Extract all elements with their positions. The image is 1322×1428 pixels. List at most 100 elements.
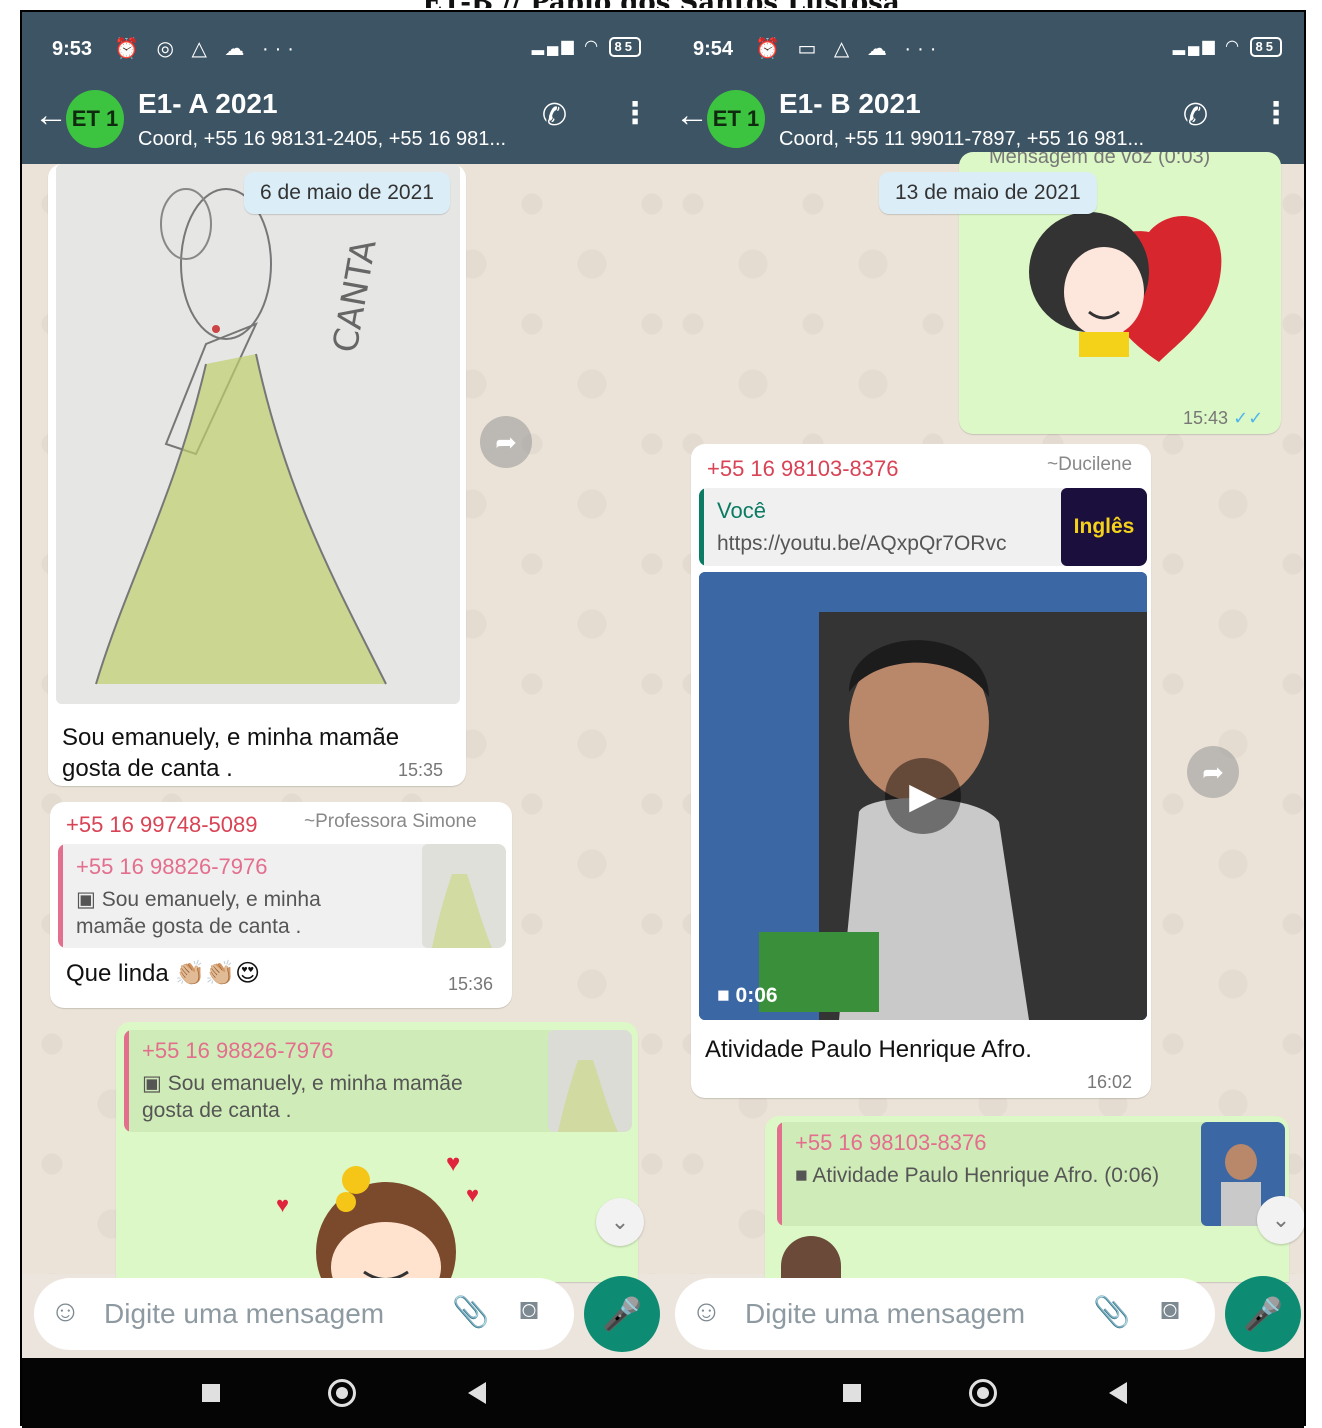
- quoted-message[interactable]: +55 16 98826-7976 ▣ Sou emanuely, e minh…: [124, 1030, 632, 1132]
- video-icon: ■: [717, 984, 736, 1007]
- quote-thumbnail: Inglês: [1061, 488, 1147, 566]
- nav-back-icon[interactable]: [468, 1382, 486, 1404]
- sender-name: ~Professora Simone: [304, 811, 477, 832]
- status-time: 9:54: [693, 38, 734, 60]
- attach-icon[interactable]: 📎: [452, 1295, 489, 1330]
- forward-icon[interactable]: ➦: [480, 416, 532, 468]
- quote-thumbnail: [422, 844, 506, 948]
- quote-text-content: Atividade Paulo Henrique Afro. (0:06): [812, 1164, 1160, 1187]
- video-thumbnail[interactable]: ▶ ■ 0:06: [699, 572, 1147, 1020]
- mic-icon: 🎤: [602, 1296, 642, 1332]
- video-reply-message[interactable]: +55 16 98103-8376 ~Ducilene Você https:/…: [691, 444, 1151, 1098]
- quoted-message[interactable]: +55 16 98826-7976 ▣ Sou emanuely, e minh…: [58, 844, 506, 948]
- quote-bar: [58, 844, 63, 948]
- quote-text: ■ Atividade Paulo Henrique Afro. (0:06): [795, 1162, 1175, 1189]
- quote-thumbnail: [548, 1030, 632, 1132]
- mic-icon: 🎤: [1243, 1296, 1283, 1332]
- message-sender[interactable]: +55 16 99748-5089: [66, 812, 257, 838]
- quote-bar: [699, 488, 704, 566]
- chat-subtitle[interactable]: Coord, +55 11 99011-7897, +55 16 981...: [779, 128, 1169, 151]
- status-icons: ⏰ ◎ △ ☁ ···: [114, 38, 300, 60]
- battery-icon: 85: [608, 36, 641, 57]
- reply-message[interactable]: +55 16 99748-5089 ~Professora Simone +55…: [50, 802, 512, 1008]
- camera-icon[interactable]: ◙: [520, 1293, 538, 1327]
- quoted-message[interactable]: +55 16 98103-8376 ■ Atividade Paulo Henr…: [777, 1122, 1285, 1226]
- scroll-down-button[interactable]: ⌄: [596, 1198, 644, 1246]
- emoji-icon[interactable]: ☺: [691, 1295, 722, 1329]
- video-duration-text: 0:06: [735, 984, 778, 1007]
- outgoing-reply-message[interactable]: +55 16 98826-7976 ▣ Sou emanuely, e minh…: [116, 1022, 638, 1322]
- message-input[interactable]: Digite uma mensagem: [104, 1298, 384, 1330]
- message-time: 15:43 ✓✓: [1183, 408, 1263, 429]
- video-icon: ■: [795, 1164, 813, 1187]
- heart-icon: ♥: [466, 1182, 480, 1207]
- quote-sender: +55 16 98103-8376: [795, 1130, 987, 1155]
- status-bar: 9:53 ⏰ ◎ △ ☁ ··· ▂▄▆ ◠ 85: [22, 12, 663, 74]
- back-arrow-icon[interactable]: ←: [675, 96, 709, 135]
- home-icon[interactable]: [328, 1379, 356, 1407]
- more-vert-icon[interactable]: ⋮: [1261, 96, 1291, 131]
- image-message[interactable]: CANTA Sou emanuely, e minha mamãe gosta …: [48, 164, 466, 786]
- scroll-down-button[interactable]: ⌄: [1257, 1196, 1304, 1244]
- status-time: 9:53: [52, 38, 93, 60]
- voice-avatar: [781, 1236, 841, 1282]
- page-title: E1-B // Pablo dos Santos Lustosa: [0, 0, 1322, 8]
- add-call-icon[interactable]: ✆: [542, 98, 567, 133]
- status-right: ▂▄▆ ◠ 85: [532, 36, 641, 57]
- mic-button[interactable]: 🎤: [1225, 1276, 1301, 1352]
- status-icons: ⏰ ▭ △ ☁ ···: [755, 38, 943, 60]
- play-icon[interactable]: ▶: [885, 758, 961, 834]
- emoji-icon[interactable]: ☺: [50, 1295, 81, 1329]
- forward-icon[interactable]: ➦: [1187, 746, 1239, 798]
- chat-title[interactable]: E1- B 2021: [779, 88, 921, 120]
- recents-icon[interactable]: [202, 1384, 220, 1402]
- message-input-bar[interactable]: ☺ Digite uma mensagem 📎 ◙: [34, 1278, 574, 1350]
- message-sender[interactable]: +55 16 98103-8376: [707, 456, 898, 482]
- date-chip: 6 de maio de 2021: [244, 172, 450, 214]
- signal-icon: ▂▄▆: [1172, 38, 1218, 55]
- left-phone-screen: 9:53 ⏰ ◎ △ ☁ ··· ▂▄▆ ◠ 85 ← ET 1 E1- A 2…: [22, 12, 663, 1428]
- sender-name: ~Ducilene: [1047, 454, 1133, 475]
- back-arrow-icon[interactable]: ←: [34, 96, 68, 135]
- home-icon[interactable]: [969, 1379, 997, 1407]
- quote-bar: [124, 1030, 129, 1132]
- message-input[interactable]: Digite uma mensagem: [745, 1298, 1025, 1330]
- wifi-icon: ◠: [584, 38, 602, 55]
- quote-text: ▣ Sou emanuely, e minha mamãe gosta de c…: [76, 886, 356, 940]
- drawing-image[interactable]: CANTA: [56, 164, 460, 704]
- chat-subtitle[interactable]: Coord, +55 16 98131-2405, +55 16 981...: [138, 128, 528, 151]
- more-vert-icon[interactable]: ⋮: [620, 96, 650, 131]
- message-input-bar[interactable]: ☺ Digite uma mensagem 📎 ◙: [675, 1278, 1215, 1350]
- add-call-icon[interactable]: ✆: [1183, 98, 1208, 133]
- camera-icon[interactable]: ◙: [1161, 1293, 1179, 1327]
- chevron-down-icon: ⌄: [1271, 1207, 1291, 1232]
- chat-title[interactable]: E1- A 2021: [138, 88, 278, 120]
- screenshot-frame: 9:53 ⏰ ◎ △ ☁ ··· ▂▄▆ ◠ 85 ← ET 1 E1- A 2…: [20, 10, 1306, 1428]
- quoted-message[interactable]: Você https://youtu.be/AQxpQr7ORvc Inglês: [699, 488, 1147, 566]
- android-nav-bar: [663, 1358, 1304, 1428]
- voice-message-partial: Mensagem de voz (0:03): [989, 152, 1211, 168]
- quote-sender: +55 16 98826-7976: [76, 854, 268, 879]
- quote-text-content: Sou emanuely, e minha mamãe gosta de can…: [76, 888, 321, 938]
- message-caption: Atividade Paulo Henrique Afro.: [705, 1036, 1032, 1063]
- group-avatar[interactable]: ET 1: [66, 90, 124, 148]
- recents-icon[interactable]: [843, 1384, 861, 1402]
- attach-icon[interactable]: 📎: [1093, 1295, 1130, 1330]
- message-time: 16:02: [1087, 1072, 1133, 1092]
- status-right: ▂▄▆ ◠ 85: [1173, 36, 1282, 57]
- battery-icon: 85: [1249, 36, 1282, 57]
- signal-icon: ▂▄▆: [531, 38, 577, 55]
- image-icon: ▣: [76, 888, 102, 911]
- group-avatar[interactable]: ET 1: [707, 90, 765, 148]
- message-caption: Sou emanuely, e minha mamãe gosta de can…: [62, 724, 400, 782]
- wifi-icon: ◠: [1225, 38, 1243, 55]
- nav-back-icon[interactable]: [1109, 1382, 1127, 1404]
- quote-text: ▣ Sou emanuely, e minha mamãe gosta de c…: [142, 1070, 512, 1124]
- outgoing-reply-message[interactable]: +55 16 98103-8376 ■ Atividade Paulo Henr…: [765, 1116, 1289, 1282]
- message-time: 15:35: [398, 760, 444, 780]
- heart-icon: ♥: [446, 1150, 461, 1177]
- sticker-girl-heart[interactable]: [1009, 192, 1239, 372]
- heart-icon: ♥: [276, 1192, 290, 1217]
- image-icon: ▣: [142, 1072, 168, 1095]
- mic-button[interactable]: 🎤: [584, 1276, 660, 1352]
